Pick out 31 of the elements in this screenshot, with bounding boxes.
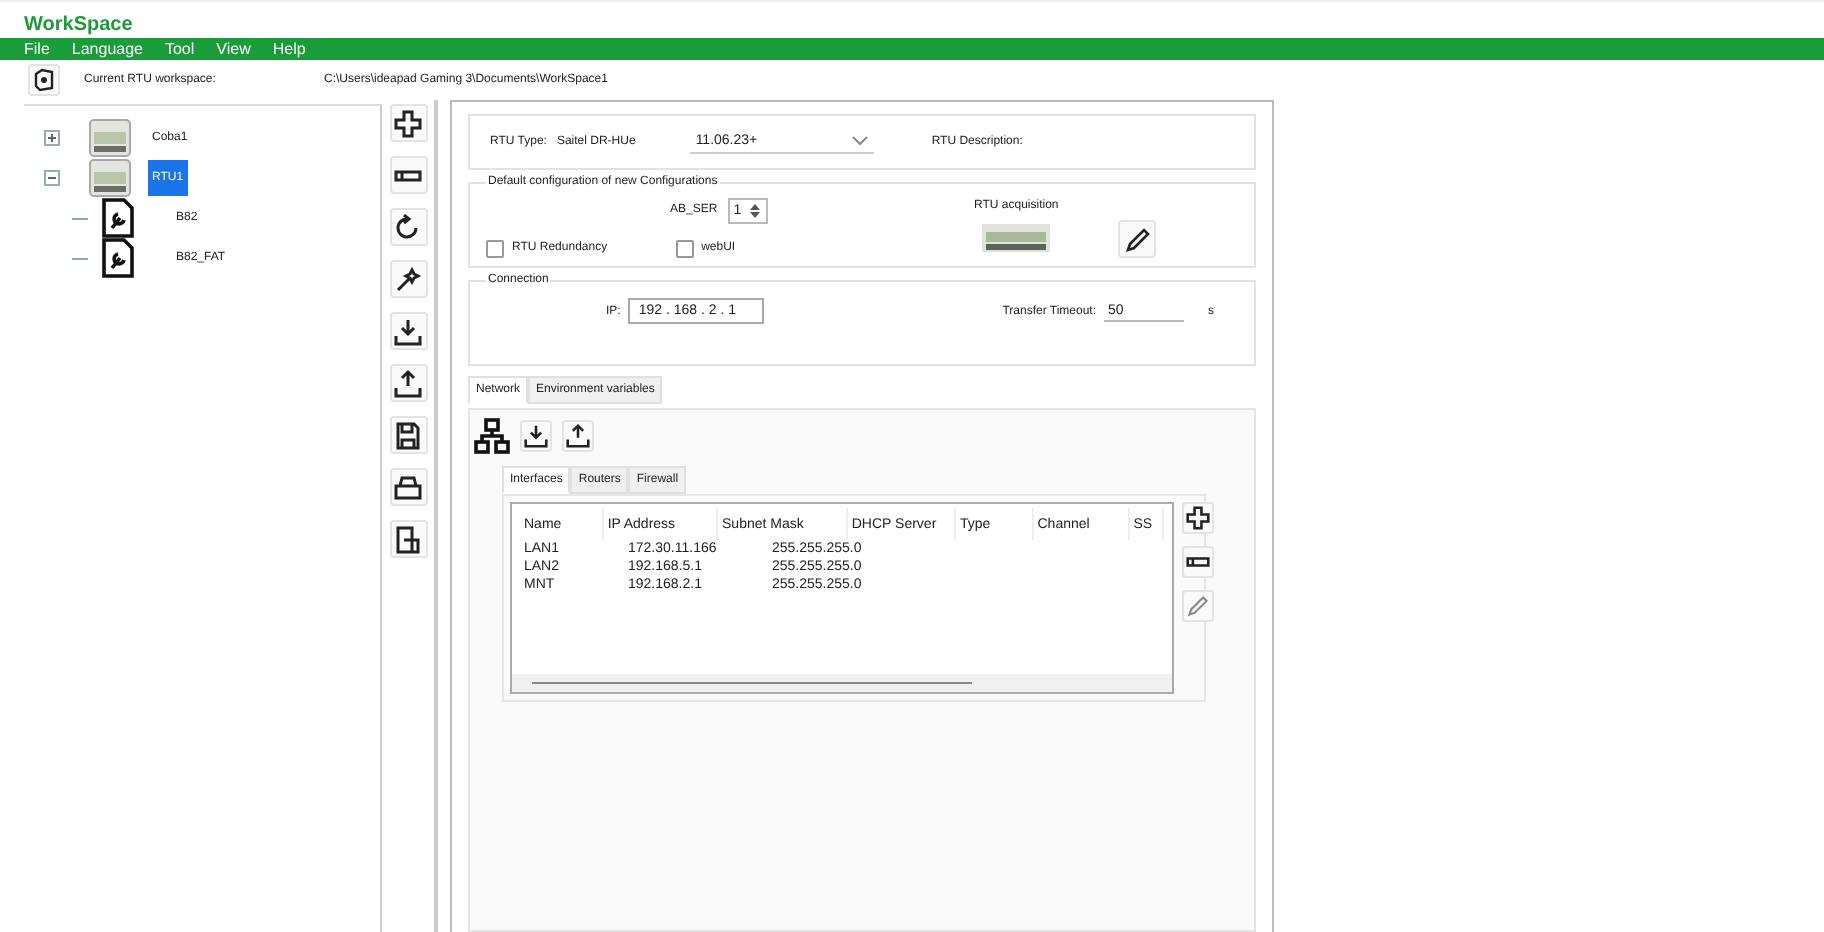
download-button[interactable] [520,420,552,452]
device-icon [88,156,132,200]
document-wrench-icon [100,198,136,238]
expander-icon[interactable] [44,170,60,186]
save-button[interactable] [389,416,427,454]
menu-item[interactable]: Language [71,40,143,58]
network-icon[interactable] [474,418,510,454]
menu-item[interactable]: Help [272,40,306,58]
wand-button[interactable] [389,260,427,298]
remove-button[interactable] [1182,546,1214,578]
add-button[interactable] [1182,502,1214,534]
workspace-button[interactable] [28,64,60,96]
box-button[interactable] [389,468,427,506]
chevron-down-icon [851,136,868,146]
refresh-button[interactable] [389,208,427,246]
menu-item[interactable]: File [24,40,50,58]
device-icon [982,222,1051,254]
document-wrench-icon [100,238,136,278]
horizontal-scrollbar[interactable] [512,674,1172,692]
report-button[interactable] [389,520,427,558]
download-button[interactable] [389,312,427,350]
edit-button[interactable] [1118,220,1157,258]
menu-item[interactable]: Tool [164,40,195,58]
menu-item[interactable]: View [216,40,251,58]
remove-button[interactable] [389,156,427,194]
window-title: WorkSpace [24,14,133,38]
add-button[interactable] [389,104,427,142]
upload-button[interactable] [562,420,594,452]
device-icon [88,116,132,160]
upload-button[interactable] [389,364,427,402]
expander-icon[interactable] [44,130,60,146]
